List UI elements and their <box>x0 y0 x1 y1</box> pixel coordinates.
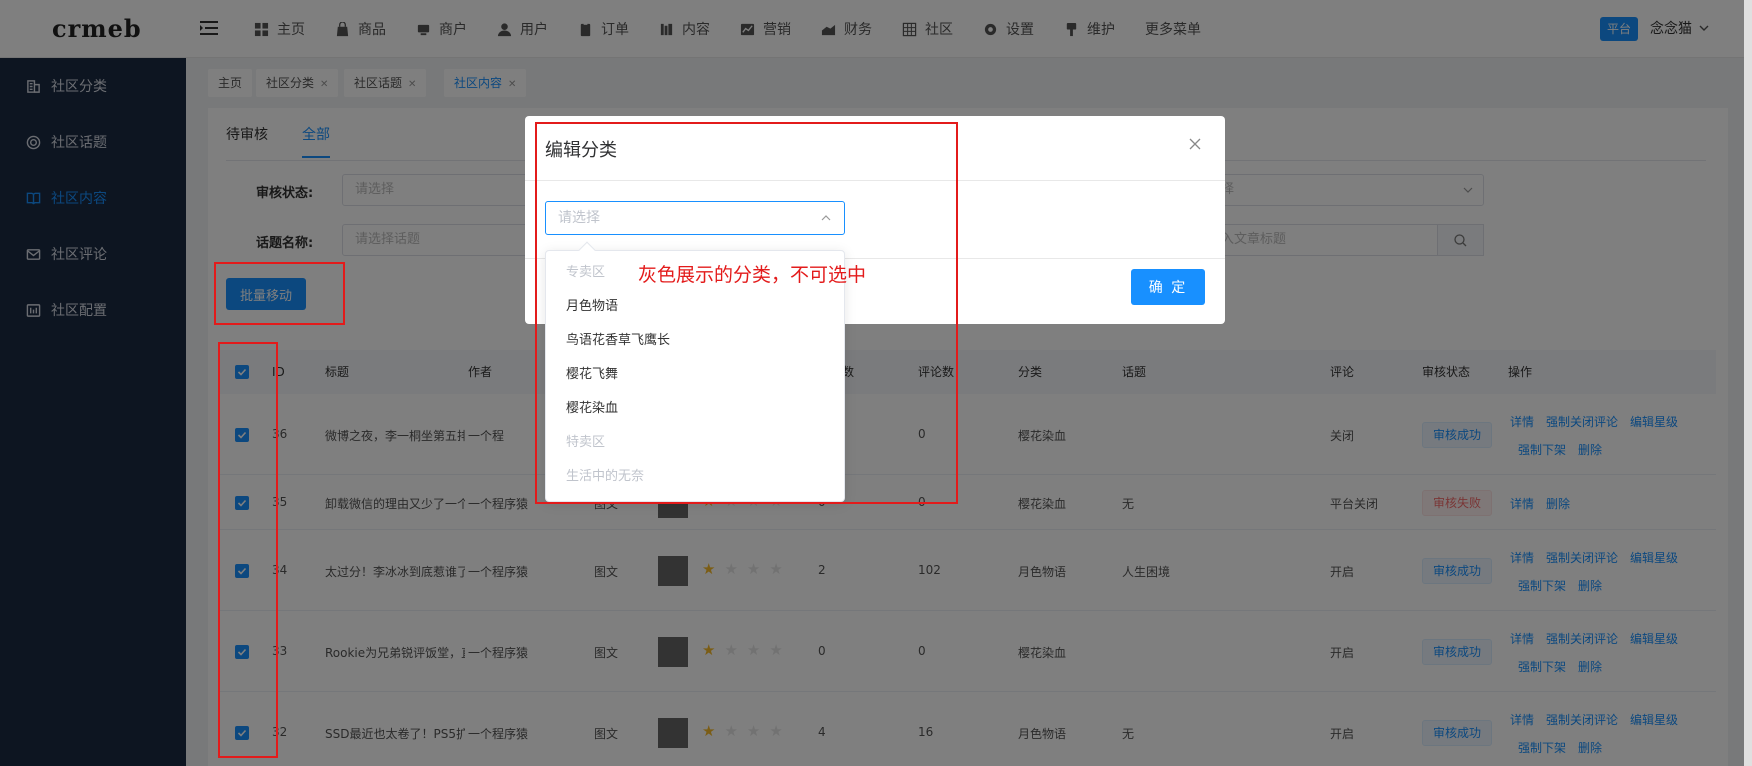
annotation-box-checkboxes <box>218 342 278 758</box>
annotation-box-batch <box>214 262 345 325</box>
annotation-box-dropdown <box>535 122 958 504</box>
close-icon[interactable] <box>1189 138 1201 150</box>
scrollbar[interactable] <box>1744 0 1752 766</box>
confirm-button[interactable]: 确 定 <box>1131 269 1205 305</box>
annotation-text: 灰色展示的分类，不可选中 <box>638 264 867 286</box>
